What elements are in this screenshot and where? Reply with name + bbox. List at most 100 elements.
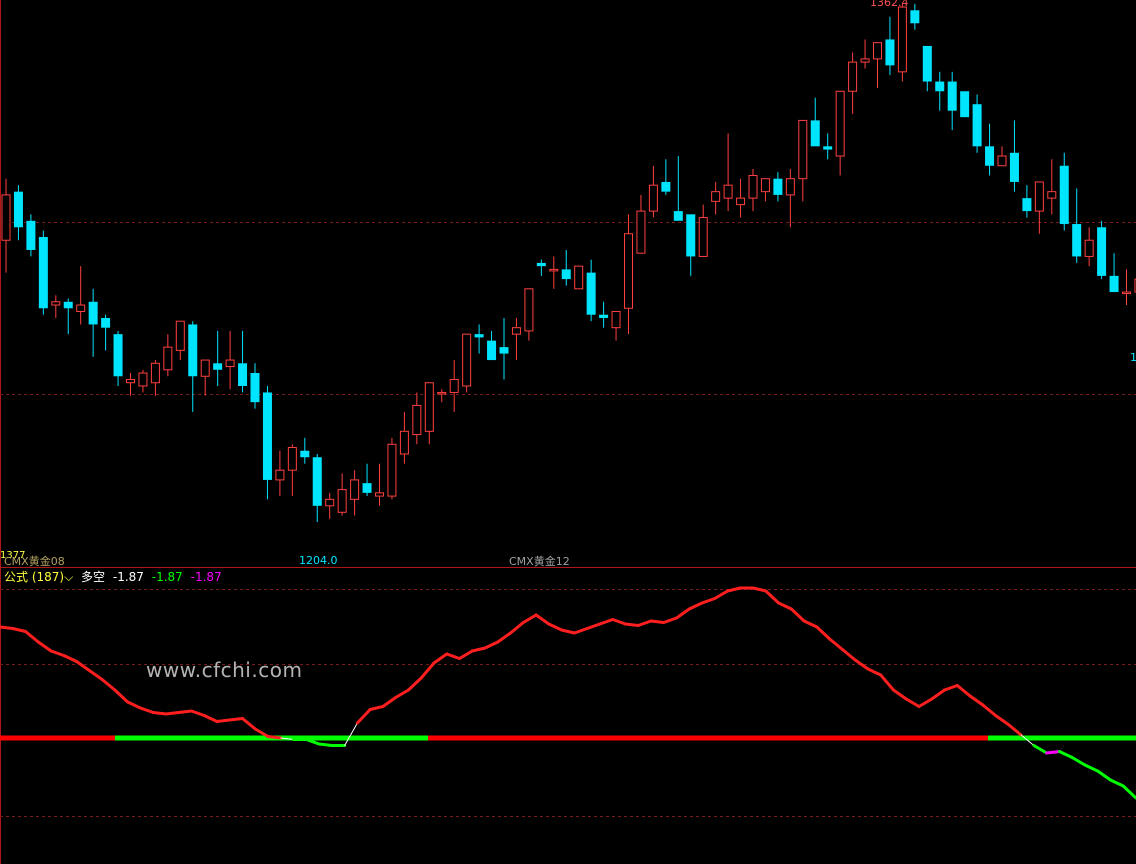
candle-body bbox=[76, 304, 86, 312]
oscillator-segment bbox=[585, 622, 602, 630]
oscillator-segment bbox=[1083, 763, 1100, 773]
grid-lines bbox=[0, 0, 1136, 864]
oscillator-segment bbox=[764, 589, 781, 605]
oscillator-segment bbox=[904, 697, 921, 708]
candle bbox=[424, 382, 434, 445]
oscillator-segment bbox=[815, 625, 832, 641]
candle bbox=[350, 470, 360, 516]
candle bbox=[300, 437, 310, 464]
candle bbox=[1, 178, 11, 273]
candle-body bbox=[113, 334, 123, 377]
oscillator-segment bbox=[113, 688, 130, 704]
candle-body bbox=[1097, 227, 1107, 276]
candle bbox=[1034, 181, 1044, 234]
candle-body bbox=[985, 146, 995, 166]
candle-body bbox=[150, 362, 160, 384]
candle-body bbox=[997, 155, 1007, 167]
candle-body bbox=[325, 498, 335, 507]
candle bbox=[648, 165, 658, 218]
oscillator-segment bbox=[164, 711, 181, 716]
candle bbox=[101, 314, 111, 351]
candle-body bbox=[873, 42, 882, 60]
candle-body bbox=[238, 363, 248, 386]
candle bbox=[723, 133, 733, 212]
candle bbox=[325, 492, 335, 519]
oscillator-segment bbox=[930, 688, 947, 701]
candle bbox=[1072, 188, 1082, 263]
low-price-label: 1204.0 bbox=[299, 554, 338, 567]
candle-body bbox=[885, 39, 895, 66]
candle bbox=[736, 178, 746, 218]
oscillator-segment bbox=[560, 628, 576, 635]
candle-body bbox=[412, 404, 422, 436]
indicator-name: 多空 bbox=[81, 570, 106, 584]
oscillator-segment bbox=[151, 711, 168, 716]
oscillator-segment bbox=[611, 618, 627, 626]
candle-body bbox=[350, 479, 360, 500]
candle-body bbox=[823, 146, 833, 150]
candle bbox=[885, 16, 895, 76]
candle-body bbox=[262, 392, 272, 480]
oscillator-segment bbox=[344, 722, 358, 746]
candle-body bbox=[549, 268, 559, 272]
candle-body bbox=[1122, 291, 1131, 295]
candle-body bbox=[860, 58, 870, 63]
candle bbox=[873, 42, 882, 89]
oscillator-segment bbox=[981, 703, 998, 717]
candle bbox=[499, 317, 509, 380]
candle-body bbox=[673, 211, 683, 221]
oscillator-segment bbox=[177, 709, 193, 714]
candle-body bbox=[910, 10, 920, 24]
oscillator-segment bbox=[355, 708, 372, 725]
oscillator-segment bbox=[138, 706, 155, 714]
candle bbox=[163, 334, 173, 377]
candle bbox=[599, 301, 609, 328]
candle-body bbox=[748, 174, 758, 199]
candle bbox=[910, 3, 920, 30]
candle bbox=[449, 360, 459, 412]
candle-body bbox=[972, 104, 982, 147]
oscillator-segment bbox=[674, 607, 691, 620]
candle-body bbox=[574, 265, 584, 290]
candle bbox=[1047, 159, 1057, 215]
candle-body bbox=[698, 217, 708, 257]
oscillator-segment bbox=[802, 619, 819, 629]
oscillator-segment bbox=[432, 652, 449, 665]
candle-body bbox=[798, 119, 808, 180]
candle-body bbox=[736, 197, 746, 206]
oscillator-segment bbox=[1006, 723, 1023, 737]
candle-body bbox=[200, 359, 210, 377]
oscillator-segment bbox=[1032, 744, 1049, 755]
oscillator-segment bbox=[87, 669, 104, 681]
oscillator-segment bbox=[968, 694, 985, 707]
oscillator-segment bbox=[24, 630, 40, 644]
candle bbox=[686, 214, 696, 276]
candle-body bbox=[1034, 181, 1044, 212]
candle bbox=[748, 168, 758, 212]
candle bbox=[487, 330, 497, 361]
formula-name[interactable]: 公式 (187) bbox=[4, 570, 64, 584]
candle-body bbox=[848, 61, 858, 92]
candle-body bbox=[138, 372, 148, 387]
candle-body bbox=[1109, 275, 1119, 293]
candle-body bbox=[960, 91, 970, 118]
candle-body bbox=[462, 333, 472, 387]
oscillator-segment bbox=[623, 622, 640, 627]
candle-body bbox=[810, 120, 820, 147]
candle-body bbox=[26, 220, 36, 250]
oscillator-segment bbox=[700, 597, 717, 605]
candle-body bbox=[424, 382, 434, 432]
oscillator-segment bbox=[1070, 756, 1087, 767]
oscillator-segment bbox=[228, 717, 245, 722]
indicator-legend[interactable]: 公式 (187)⌵ 多空 -1.87 -1.87 -1.87 bbox=[4, 568, 226, 585]
oscillator-segment bbox=[126, 700, 142, 710]
high-price-label: 1362.4 bbox=[870, 0, 909, 9]
oscillator-segment bbox=[572, 627, 589, 635]
candle bbox=[387, 437, 397, 500]
chevron-down-icon[interactable]: ⌵ bbox=[64, 570, 73, 584]
oscillator-segment bbox=[1121, 784, 1136, 800]
candle-body bbox=[511, 327, 521, 335]
candle-body bbox=[337, 489, 347, 513]
candle bbox=[474, 324, 484, 354]
oscillator-segment bbox=[75, 660, 91, 672]
